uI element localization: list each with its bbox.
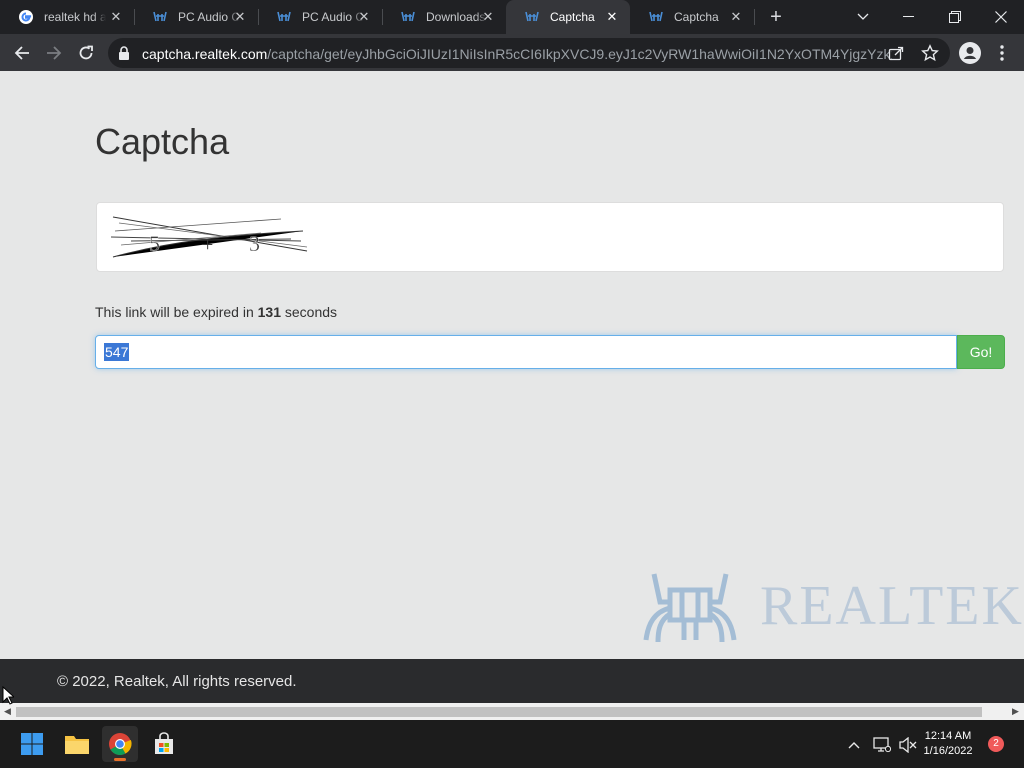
show-hidden-icons-button[interactable]: [844, 735, 864, 755]
minimize-icon: [903, 16, 914, 17]
captcha-panel: 5 + 3: [96, 202, 1004, 272]
tab-pc-audio-codecs-1[interactable]: PC Audio Codecs ✕: [134, 0, 259, 34]
go-button[interactable]: Go!: [957, 335, 1005, 369]
tab-captcha[interactable]: Captcha ✕: [630, 0, 755, 34]
close-tab-icon[interactable]: ✕: [728, 9, 744, 25]
bookmark-star-icon[interactable]: [921, 44, 939, 67]
reload-button[interactable]: [72, 39, 100, 67]
url-host: captcha.realtek.com: [142, 46, 268, 62]
forward-button[interactable]: [40, 39, 68, 67]
arrow-left-icon: [14, 46, 29, 60]
close-window-button[interactable]: [978, 0, 1024, 34]
lock-icon[interactable]: [118, 46, 130, 65]
notification-badge[interactable]: 2: [988, 736, 1004, 752]
back-button[interactable]: [8, 39, 36, 67]
scrollbar-thumb[interactable]: [16, 707, 982, 717]
start-button[interactable]: [14, 726, 50, 762]
horizontal-scrollbar[interactable]: ◀ ▶: [0, 703, 1024, 720]
folder-icon: [65, 736, 89, 754]
page-title: Captcha: [95, 121, 230, 162]
network-status-button[interactable]: [872, 735, 892, 755]
realtek-icon: [400, 9, 416, 25]
tab-title: Captcha: [550, 10, 595, 24]
svg-text:3: 3: [249, 231, 260, 256]
watermark-text: REALTEK: [760, 575, 1024, 637]
tab-separator: [754, 9, 755, 25]
tab-pc-audio-codecs-2[interactable]: PC Audio Codecs ✕: [258, 0, 383, 34]
captcha-answer-input[interactable]: 547: [95, 335, 957, 369]
realtek-watermark: REALTEK: [640, 568, 1022, 653]
realtek-icon: [524, 9, 540, 25]
expire-suffix: seconds: [284, 304, 338, 320]
realtek-icon: [152, 9, 168, 25]
active-app-indicator: [114, 758, 126, 761]
network-monitor-icon: [873, 737, 891, 753]
google-icon: [18, 9, 34, 25]
tab-title: PC Audio Codecs: [178, 10, 240, 24]
tab-title: PC Audio Codecs: [302, 10, 364, 24]
arrow-right-icon: [47, 46, 62, 60]
copyright-text: © 2022, Realtek, All rights reserved.: [57, 673, 297, 690]
close-tab-icon[interactable]: ✕: [480, 9, 496, 25]
tab-title: Captcha: [674, 10, 719, 24]
close-tab-icon[interactable]: ✕: [108, 9, 124, 25]
restore-button[interactable]: [932, 0, 978, 34]
windows-taskbar: 12:14 AM 1/16/2022 2: [0, 720, 1024, 768]
menu-button[interactable]: [988, 39, 1016, 67]
tab-strip: realtek hd audio ✕ PC Audio Codecs ✕ PC …: [0, 0, 1024, 34]
tab-captcha-active[interactable]: Captcha ✕: [506, 0, 630, 34]
close-icon: [995, 11, 1007, 23]
url-text[interactable]: captcha.realtek.com/captcha/get/eyJhbGci…: [142, 46, 892, 62]
clock-time: 12:14 AM: [924, 730, 972, 742]
expire-seconds: 131: [257, 304, 281, 320]
scroll-right-icon[interactable]: ▶: [1012, 706, 1019, 717]
chevron-down-icon: [857, 13, 869, 20]
chrome-taskbar-button[interactable]: [102, 726, 138, 762]
expire-notice: This link will be expired in 131 seconds: [95, 304, 337, 320]
realtek-crab-logo: [643, 573, 737, 643]
mouse-cursor-icon: [2, 686, 14, 705]
minimize-button[interactable]: [886, 0, 932, 34]
file-explorer-button[interactable]: [59, 726, 95, 762]
profile-button[interactable]: [956, 39, 984, 67]
clock-date: 1/16/2022: [923, 745, 973, 757]
chrome-icon: [109, 733, 132, 755]
reload-icon: [79, 45, 93, 60]
close-tab-icon[interactable]: ✕: [604, 9, 620, 25]
address-bar[interactable]: captcha.realtek.com/captcha/get/eyJhbGci…: [108, 38, 950, 68]
kebab-menu-icon: [1000, 45, 1004, 61]
tab-title: realtek hd audio: [44, 10, 106, 24]
store-button[interactable]: [146, 726, 182, 762]
tab-realtek-search[interactable]: realtek hd audio ✕: [0, 0, 135, 34]
new-tab-button[interactable]: +: [765, 6, 787, 28]
close-tab-icon[interactable]: ✕: [232, 9, 248, 25]
url-path: /captcha/get/eyJhbGciOiJIUzI1NiIsInR5cCI…: [267, 46, 892, 62]
windows-logo-icon: [21, 733, 43, 755]
browser-toolbar: captcha.realtek.com/captcha/get/eyJhbGci…: [0, 34, 1024, 71]
page-footer: © 2022, Realtek, All rights reserved.: [0, 659, 1024, 703]
captcha-image: 5 + 3: [111, 216, 308, 258]
system-clock[interactable]: 12:14 AM 1/16/2022: [915, 729, 981, 759]
store-bag-icon: [155, 732, 173, 754]
chevron-up-icon: [848, 742, 860, 749]
input-selected-text: 547: [104, 343, 130, 361]
realtek-icon: [648, 9, 664, 25]
expire-prefix: This link will be expired in: [95, 304, 254, 320]
tab-search-button[interactable]: [840, 0, 886, 34]
scroll-left-icon[interactable]: ◀: [4, 706, 11, 717]
tab-title: Downloads: [426, 10, 486, 24]
tab-downloads[interactable]: Downloads ✕: [382, 0, 506, 34]
realtek-icon: [276, 9, 292, 25]
close-tab-icon[interactable]: ✕: [356, 9, 372, 25]
profile-icon: [959, 42, 981, 64]
share-icon[interactable]: [888, 45, 904, 66]
svg-text:+: +: [202, 234, 213, 256]
svg-text:5: 5: [149, 231, 160, 256]
page-content: Captcha 5 + 3 This link will be expired …: [0, 71, 1024, 659]
restore-icon: [949, 11, 961, 23]
